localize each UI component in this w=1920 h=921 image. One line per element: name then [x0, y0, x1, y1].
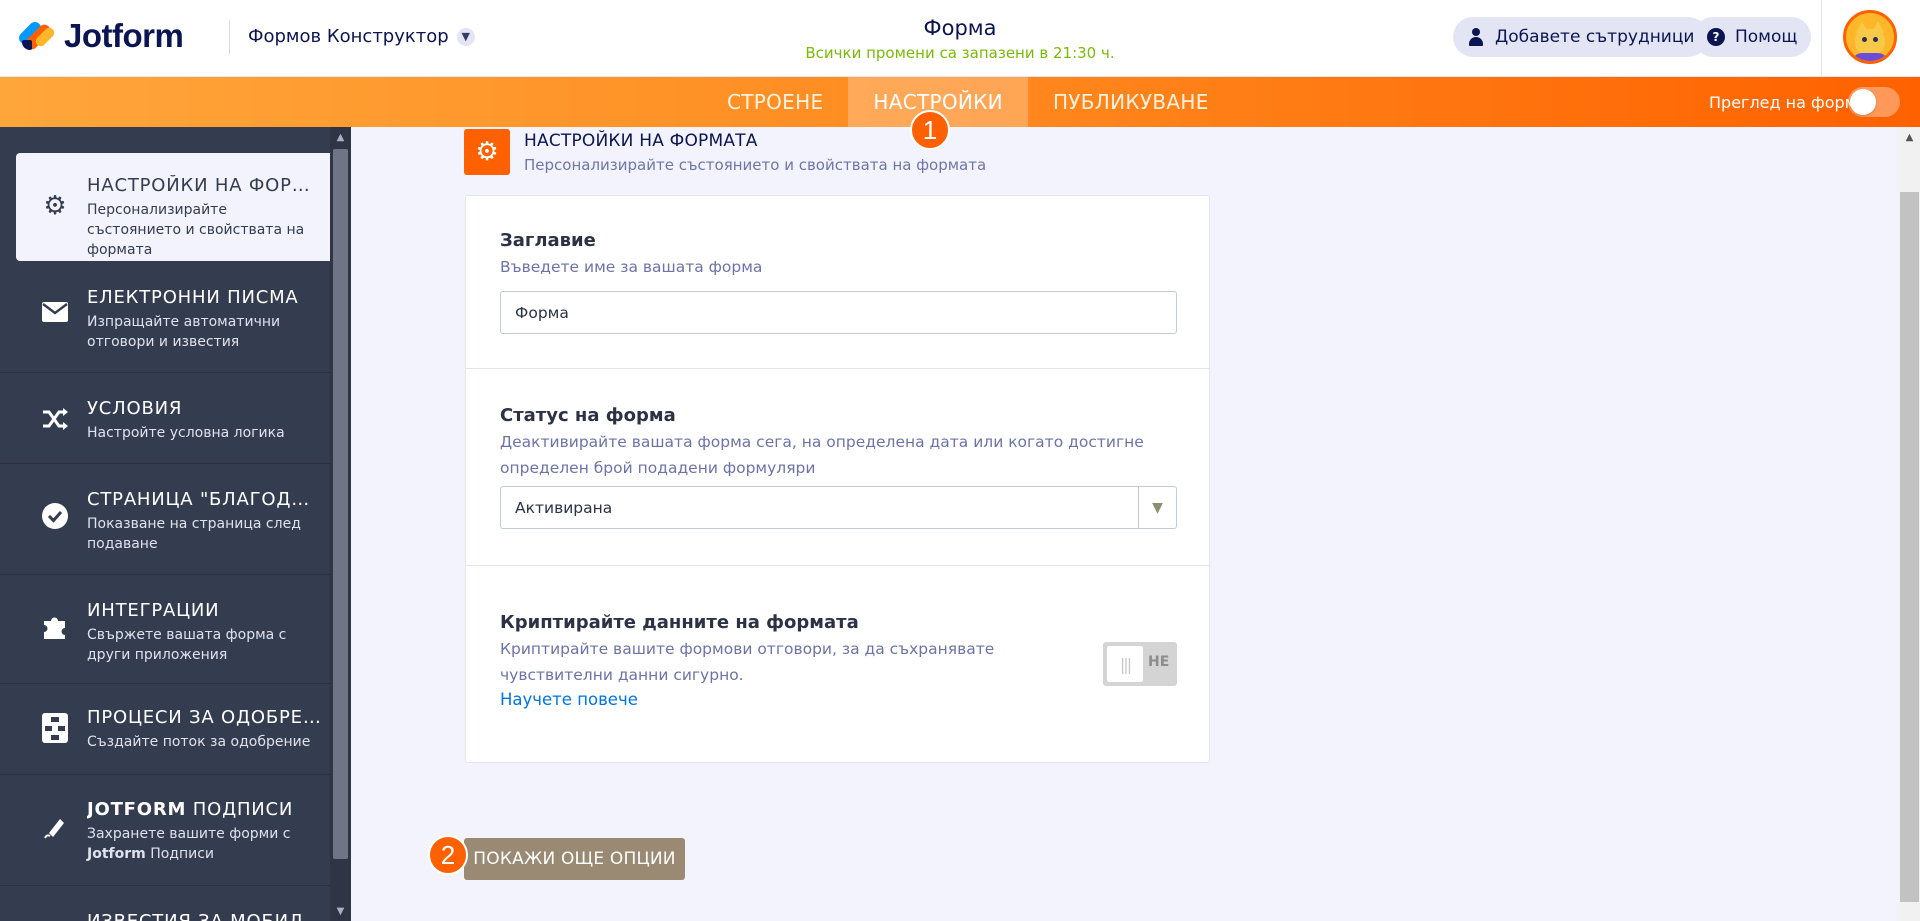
title-field-row: Заглавие Въведете име за вашата форма Фо…: [466, 196, 1209, 369]
form-builder-menu[interactable]: Формов Конструктор ▼: [248, 26, 475, 47]
dropdown-arrow-icon: ▼: [1138, 487, 1176, 528]
sidebar-item-thank-you-page[interactable]: СТРАНИЦА "БЛАГОДАРЯ" Показване на страни…: [0, 465, 330, 575]
section-title: НАСТРОЙКИ НА ФОРМАТА: [524, 130, 758, 151]
form-builder-label: Формов Конструктор: [248, 26, 449, 47]
sidebar-item-desc: Създайте поток за одобрение: [87, 734, 311, 750]
title-label: Заглавие: [500, 230, 596, 251]
question-icon: ?: [1707, 28, 1725, 46]
help-button[interactable]: ? Помощ: [1693, 17, 1812, 57]
settings-sidebar: ⚙ НАСТРОЙКИ НА ФОРМ... Персонализирайте …: [0, 127, 330, 921]
status-field-row: Статус на форма Деактивирайте вашата фор…: [466, 369, 1209, 566]
builder-nav-bar: СТРОЕНЕ НАСТРОЙКИ ПУБЛИКУВАНЕ Преглед на…: [0, 77, 1920, 127]
encrypt-desc: Криптирайте вашите формови отговори, за …: [500, 640, 995, 684]
form-status-select[interactable]: Активирана ▼: [500, 486, 1177, 529]
sidebar-item-approval-flows[interactable]: ПРОЦЕСИ ЗА ОДОБРЕН... Създайте поток за …: [0, 685, 330, 775]
status-label: Статус на форма: [500, 405, 676, 426]
sidebar-item-emails[interactable]: ЕЛЕКТРОННИ ПИСМА Изпращайте автоматични …: [0, 263, 330, 373]
main-scrollbar[interactable]: ▲: [1899, 127, 1920, 921]
form-status-value: Активирана: [515, 498, 613, 517]
sidebar-desc-part: Подписи: [150, 846, 215, 862]
form-title-area: Форма Всички промени са запазени в 21:30…: [760, 16, 1160, 62]
sidebar-item-title: ЕЛЕКТРОННИ ПИСМА: [87, 287, 299, 308]
pen-icon: [40, 812, 70, 842]
form-preview-toggle[interactable]: [1848, 87, 1900, 117]
sidebar-item-title: ИЗВЕСТИЯ ЗА МОБИЛН...: [87, 911, 322, 921]
step-badge-2: 2: [428, 835, 468, 875]
learn-more-link[interactable]: Научете повече: [500, 690, 638, 709]
tab-build[interactable]: СТРОЕНЕ: [702, 77, 848, 127]
status-desc: Деактивирайте вашата форма сега, на опре…: [500, 433, 1144, 477]
sidebar-item-title: СТРАНИЦА "БЛАГОДАРЯ": [87, 489, 322, 510]
sidebar-item-title: JOTFORM ПОДПИСИ: [87, 799, 322, 820]
gear-icon: ⚙: [43, 191, 67, 221]
sidebar-item-desc: Настройте условна логика: [87, 425, 285, 441]
check-circle-icon: [40, 501, 70, 531]
sidebar-item-mobile-notifications[interactable]: 🔔 ИЗВЕСТИЯ ЗА МОБИЛН...: [0, 887, 330, 921]
header-divider: [229, 20, 230, 54]
sidebar-item-jotform-sign[interactable]: JOTFORM ПОДПИСИ Захранете вашите форми с…: [0, 776, 330, 886]
gear-icon: ⚙: [464, 129, 510, 175]
puzzle-icon: [40, 612, 70, 642]
encrypt-label: Криптирайте данните на формата: [500, 612, 859, 633]
section-header: ⚙ НАСТРОЙКИ НА ФОРМАТА Персонализирайте …: [464, 129, 986, 175]
tab-publish[interactable]: ПУБЛИКУВАНЕ: [1028, 77, 1234, 127]
envelope-icon: [40, 297, 70, 327]
encrypt-toggle[interactable]: ||| НЕ: [1103, 642, 1177, 686]
scroll-up-icon[interactable]: ▲: [1899, 127, 1920, 147]
encrypt-field-row: Криптирайте данните на формата Криптирай…: [466, 566, 1209, 762]
add-collaborators-label: Добавете сътрудници: [1495, 27, 1695, 47]
form-title[interactable]: Форма: [760, 16, 1160, 40]
form-settings-card: Заглавие Въведете име за вашата форма Фо…: [465, 195, 1210, 763]
sidebar-item-conditions[interactable]: УСЛОВИЯ Настройте условна логика: [0, 374, 330, 464]
shuffle-icon: [40, 404, 70, 434]
scroll-thumb[interactable]: [333, 149, 348, 859]
sidebar-item-title: НАСТРОЙКИ НА ФОРМ...: [87, 175, 322, 196]
add-collaborators-button[interactable]: Добавете сътрудници: [1453, 17, 1709, 57]
form-preview-label: Преглед на форма: [1709, 93, 1867, 112]
top-header: Jotform Формов Конструктор ▼ Форма Всичк…: [0, 0, 1920, 77]
sidebar-item-title: ПРОЦЕСИ ЗА ОДОБРЕН...: [87, 707, 322, 728]
sidebar-item-form-settings[interactable]: ⚙ НАСТРОЙКИ НА ФОРМ... Персонализирайте …: [16, 153, 330, 261]
encrypt-toggle-label: НЕ: [1148, 654, 1170, 670]
sidebar-item-desc: Показване на страница след подаване: [87, 516, 301, 552]
scroll-down-icon[interactable]: ▼: [330, 901, 351, 921]
avatar-divider: [1821, 0, 1822, 77]
toggle-knob: [1850, 89, 1876, 115]
sidebar-desc-brand: Jotform: [87, 846, 146, 862]
scroll-up-icon[interactable]: ▲: [330, 127, 351, 147]
sidebar-item-title-rest: ПОДПИСИ: [192, 799, 294, 820]
show-more-options-button[interactable]: ПОКАЖИ ОЩЕ ОПЦИИ: [464, 838, 685, 880]
sidebar-item-integrations[interactable]: ИНТЕГРАЦИИ Свържете вашата форма с други…: [0, 576, 330, 684]
sidebar-item-title: УСЛОВИЯ: [87, 398, 183, 419]
jotform-logo-icon: [16, 18, 57, 54]
builder-tabs: СТРОЕНЕ НАСТРОЙКИ ПУБЛИКУВАНЕ: [702, 77, 1234, 127]
sidebar-scrollbar[interactable]: ▲ ▼: [330, 127, 351, 921]
save-status: Всички промени са запазени в 21:30 ч.: [805, 44, 1115, 62]
flow-icon: [40, 713, 70, 743]
toggle-grip-icon: |||: [1107, 646, 1143, 682]
user-icon: [1467, 28, 1485, 46]
sidebar-item-title-brand: JOTFORM: [87, 799, 187, 820]
form-title-input[interactable]: Форма: [500, 291, 1177, 334]
sidebar-item-title: ИНТЕГРАЦИИ: [87, 600, 220, 621]
chevron-down-icon: ▼: [456, 27, 475, 46]
user-avatar[interactable]: [1843, 10, 1897, 64]
help-label: Помощ: [1735, 27, 1798, 47]
sidebar-desc-part: Захранете вашите форми с: [87, 826, 291, 842]
section-subtitle: Персонализирайте състоянието и свойстват…: [524, 155, 987, 174]
sidebar-item-desc: Персонализирайте състоянието и свойстват…: [87, 202, 305, 258]
sidebar-item-desc: Изпращайте автоматични отговори и извест…: [87, 314, 281, 350]
sidebar-item-desc: Свържете вашата форма с други приложения: [87, 627, 287, 663]
sidebar-item-desc: Захранете вашите форми с Jotform Подписи: [87, 824, 322, 864]
logo-text: Jotform: [64, 17, 184, 54]
title-desc: Въведете име за вашата форма: [500, 258, 763, 276]
jotform-logo[interactable]: Jotform: [16, 17, 184, 55]
scroll-thumb[interactable]: [1900, 192, 1919, 902]
